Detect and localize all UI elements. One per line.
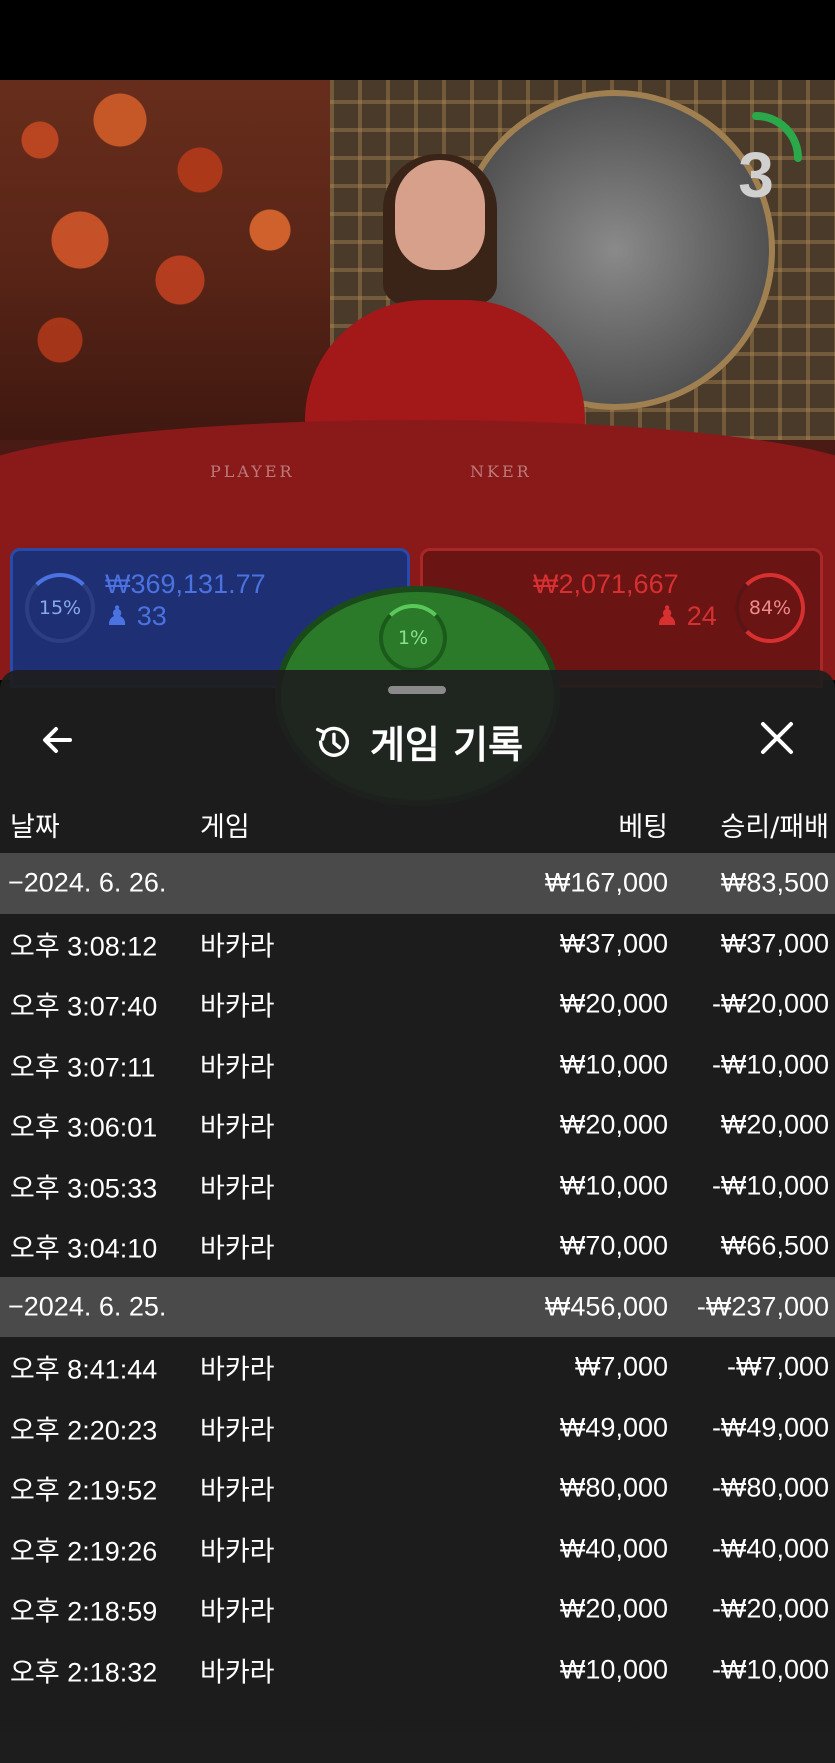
- row-bet: ₩20,000: [559, 988, 668, 1019]
- row-result: ₩37,000: [720, 928, 829, 959]
- close-icon: [761, 722, 793, 754]
- row-game: 바카라: [200, 1415, 275, 1446]
- row-time: 오후 2:20:23: [10, 1415, 158, 1446]
- row-result: -₩40,000: [711, 1533, 829, 1564]
- row-time: 오후 8:41:44: [10, 1354, 158, 1385]
- row-result: -₩237,000: [696, 1291, 829, 1322]
- history-row[interactable]: 오후 3:07:11 바카라 ₩10,000 -₩10,000: [0, 1035, 835, 1096]
- history-row[interactable]: 오후 3:05:33 바카라 ₩10,000 -₩10,000: [0, 1156, 835, 1217]
- history-row[interactable]: 오후 3:08:12 바카라 ₩37,000 ₩37,000: [0, 914, 835, 975]
- row-bet: ₩456,000: [544, 1291, 668, 1322]
- banker-percent: 84%: [748, 597, 792, 619]
- drag-handle[interactable]: [388, 686, 446, 694]
- row-time: 오후 2:18:32: [10, 1657, 158, 1688]
- row-bet: ₩10,000: [559, 1170, 668, 1201]
- row-time: 오후 3:08:12: [10, 931, 158, 962]
- date-group-row[interactable]: −2024. 6. 26. ₩167,000 ₩83,500: [0, 853, 835, 914]
- row-bet: ₩37,000: [559, 928, 668, 959]
- close-button[interactable]: [755, 716, 799, 760]
- row-result: -₩10,000: [711, 1654, 829, 1685]
- history-row[interactable]: 오후 3:07:40 바카라 ₩20,000 -₩20,000: [0, 974, 835, 1035]
- row-result: -₩10,000: [711, 1049, 829, 1080]
- row-game: 바카라: [200, 1052, 275, 1083]
- column-header-game: 게임: [200, 812, 250, 843]
- column-header-date: 날짜: [10, 812, 60, 843]
- row-bet: ₩49,000: [559, 1412, 668, 1443]
- player-total-bet: ₩369,131.77: [105, 569, 266, 599]
- group-date: −2024. 6. 26.: [8, 867, 167, 898]
- row-game: 바카라: [200, 1233, 275, 1264]
- history-row[interactable]: 오후 3:06:01 바카라 ₩20,000 ₩20,000: [0, 1095, 835, 1156]
- banker-bettor-count: 24: [686, 601, 717, 631]
- person-icon: ♟: [105, 601, 130, 631]
- row-bet: ₩167,000: [544, 867, 668, 898]
- row-time: 오후 2:18:59: [10, 1596, 158, 1627]
- tie-percent: 1%: [397, 627, 429, 649]
- countdown-timer: 3: [738, 139, 774, 211]
- banker-percent-ring: 84%: [735, 573, 805, 643]
- history-row[interactable]: 오후 2:18:32 바카라 ₩10,000 -₩10,000: [0, 1640, 835, 1701]
- column-header-result: 승리/패배: [720, 812, 829, 843]
- row-time: 오후 2:19:52: [10, 1475, 158, 1506]
- sheet-title-wrap: 게임 기록: [0, 714, 835, 769]
- row-game: 바카라: [200, 1354, 275, 1385]
- row-bet: ₩10,000: [559, 1654, 668, 1685]
- row-bet: ₩20,000: [559, 1109, 668, 1140]
- row-time: 오후 3:07:11: [10, 1052, 156, 1083]
- history-row[interactable]: 오후 2:19:26 바카라 ₩40,000 -₩40,000: [0, 1519, 835, 1580]
- history-row[interactable]: 오후 2:19:52 바카라 ₩80,000 -₩80,000: [0, 1458, 835, 1519]
- sheet-title: 게임 기록: [369, 723, 524, 767]
- player-percent-ring: 15%: [25, 573, 95, 643]
- row-game: 바카라: [200, 991, 275, 1022]
- row-game: 바카라: [200, 1475, 275, 1506]
- row-result: ₩83,500: [720, 867, 829, 898]
- history-row[interactable]: 오후 2:20:23 바카라 ₩49,000 -₩49,000: [0, 1398, 835, 1459]
- row-time: 오후 3:04:10: [10, 1233, 158, 1264]
- row-bet: ₩20,000: [559, 1593, 668, 1624]
- row-time: 오후 3:05:33: [10, 1173, 158, 1204]
- row-result: -₩20,000: [711, 988, 829, 1019]
- row-game: 바카라: [200, 931, 275, 962]
- row-bet: ₩10,000: [559, 1049, 668, 1080]
- game-history-sheet: 게임 기록 날짜 게임 베팅 승리/패배 −2024. 6. 26. ₩167,0…: [0, 670, 835, 1763]
- row-game: 바카라: [200, 1596, 275, 1627]
- history-row[interactable]: 오후 3:04:10 바카라 ₩70,000 ₩66,500: [0, 1216, 835, 1277]
- row-result: -₩80,000: [711, 1472, 829, 1503]
- player-percent: 15%: [38, 597, 82, 619]
- row-bet: ₩40,000: [559, 1533, 668, 1564]
- row-result: -₩10,000: [711, 1170, 829, 1201]
- history-row[interactable]: 오후 8:41:44 바카라 ₩7,000 -₩7,000: [0, 1337, 835, 1398]
- row-game: 바카라: [200, 1657, 275, 1688]
- person-icon: ♟: [655, 601, 680, 631]
- row-result: -₩49,000: [711, 1412, 829, 1443]
- row-result: ₩66,500: [720, 1230, 829, 1261]
- history-list: −2024. 6. 26. ₩167,000 ₩83,500 오후 3:08:12 바카…: [0, 853, 835, 1700]
- row-bet: ₩70,000: [559, 1230, 668, 1261]
- player-bettor-count: 33: [136, 601, 167, 631]
- row-result: -₩20,000: [711, 1593, 829, 1624]
- table-label-player: PLAYER: [210, 462, 295, 481]
- sheet-header: 게임 기록: [0, 710, 835, 769]
- background-maple-leaves: [0, 80, 330, 440]
- row-time: 오후 3:07:40: [10, 991, 158, 1022]
- date-group-row[interactable]: −2024. 6. 25. ₩456,000 -₩237,000: [0, 1276, 835, 1337]
- list-fade: [0, 1693, 835, 1763]
- tie-percent-ring: 1%: [379, 604, 447, 672]
- row-bet: ₩80,000: [559, 1472, 668, 1503]
- row-result: ₩20,000: [720, 1109, 829, 1140]
- row-result: -₩7,000: [726, 1351, 829, 1382]
- history-row[interactable]: 오후 2:18:59 바카라 ₩20,000 -₩20,000: [0, 1579, 835, 1640]
- group-date: −2024. 6. 25.: [8, 1291, 167, 1322]
- row-game: 바카라: [200, 1173, 275, 1204]
- row-time: 오후 3:06:01: [10, 1112, 158, 1143]
- banker-total-bet: ₩2,071,667: [533, 569, 679, 599]
- table-label-banker: NKER: [470, 462, 532, 481]
- row-game: 바카라: [200, 1536, 275, 1567]
- row-bet: ₩7,000: [574, 1351, 668, 1382]
- status-bar: [0, 0, 835, 80]
- column-header-bet: 베팅: [618, 812, 668, 843]
- history-icon: [315, 726, 349, 757]
- row-time: 오후 2:19:26: [10, 1536, 158, 1567]
- row-game: 바카라: [200, 1112, 275, 1143]
